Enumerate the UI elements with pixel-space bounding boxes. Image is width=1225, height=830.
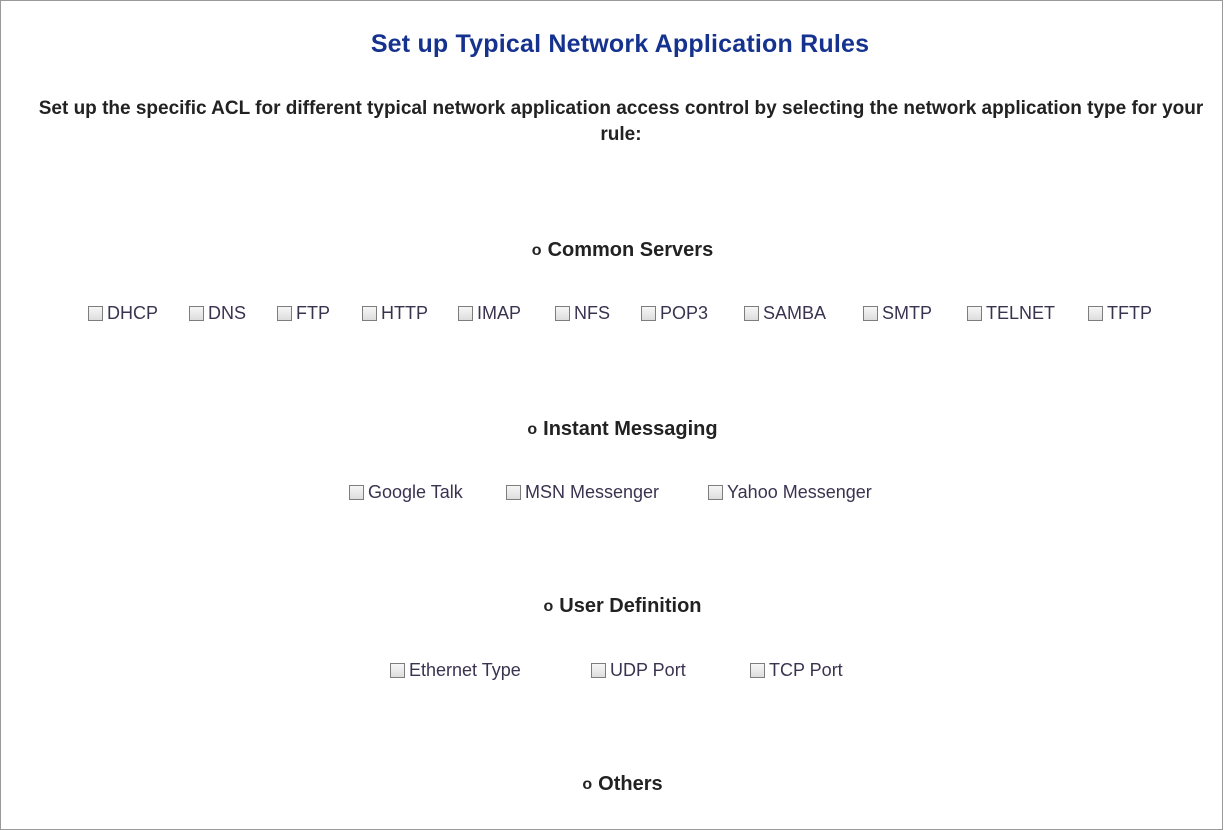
option-ftp[interactable]: FTP (277, 300, 330, 326)
option-label: IMAP (477, 302, 522, 323)
section-heading-label: User Definition (559, 595, 702, 617)
option-label: Ethernet Type (409, 659, 521, 680)
section-heading-label: Others (598, 773, 663, 795)
checkbox-yahoo-messenger[interactable] (708, 484, 723, 500)
option-label: TFTP (1107, 302, 1152, 323)
section-heading-label: Common Servers (547, 239, 714, 261)
checkbox-smtp[interactable] (863, 305, 878, 321)
option-tftp[interactable]: TFTP (1088, 300, 1152, 326)
option-dhcp[interactable]: DHCP (88, 300, 158, 326)
checkbox-telnet[interactable] (967, 305, 982, 321)
option-google-talk[interactable]: Google Talk (349, 479, 463, 505)
option-label: UDP Port (610, 659, 686, 680)
option-msn-messenger[interactable]: MSN Messenger (506, 479, 659, 505)
option-label: TCP Port (769, 659, 843, 680)
checkbox-dhcp[interactable] (88, 305, 103, 321)
option-telnet[interactable]: TELNET (967, 300, 1055, 326)
checkbox-tcp-port[interactable] (750, 662, 765, 678)
option-label: NFS (574, 302, 610, 323)
section-heading-common-servers: o Common Servers (0, 239, 1225, 262)
option-http[interactable]: HTTP (362, 300, 428, 326)
option-label: SAMBA (763, 302, 827, 323)
option-tcp-port[interactable]: TCP Port (750, 657, 843, 683)
option-dns[interactable]: DNS (189, 300, 246, 326)
checkbox-udp-port[interactable] (591, 662, 606, 678)
section-heading-others: o Others (0, 773, 1225, 796)
option-ethernet-type[interactable]: Ethernet Type (390, 657, 521, 683)
option-label: DNS (208, 302, 247, 323)
checkbox-http[interactable] (362, 305, 377, 321)
option-udp-port[interactable]: UDP Port (591, 657, 686, 683)
checkbox-pop3[interactable] (641, 305, 656, 321)
option-label: MSN Messenger (525, 481, 660, 502)
option-label: SMTP (882, 302, 933, 323)
page-title: Set up Typical Network Application Rules (370, 30, 870, 58)
checkbox-msn-messenger[interactable] (506, 484, 521, 500)
option-label: POP3 (660, 302, 709, 323)
option-label: Google Talk (368, 481, 463, 502)
section-heading-instant-messaging: o Instant Messaging (0, 418, 1225, 441)
option-pop3[interactable]: POP3 (641, 300, 708, 326)
section-heading-label: Instant Messaging (543, 418, 718, 440)
option-nfs[interactable]: NFS (555, 300, 610, 326)
bullet-icon: o (543, 598, 554, 615)
option-label: FTP (296, 302, 330, 323)
checkbox-tftp[interactable] (1088, 305, 1103, 321)
checkbox-google-talk[interactable] (349, 484, 364, 500)
checkbox-imap[interactable] (458, 305, 473, 321)
bullet-icon: o (531, 242, 542, 259)
bullet-icon: o (582, 776, 593, 793)
option-smtp[interactable]: SMTP (863, 300, 932, 326)
intro-text: Set up the specific ACL for different ty… (38, 98, 1204, 145)
option-label: HTTP (381, 302, 428, 323)
option-label: TELNET (986, 302, 1056, 323)
section-heading-user-definition: o User Definition (0, 595, 1225, 618)
checkbox-ftp[interactable] (277, 305, 292, 321)
option-yahoo-messenger[interactable]: Yahoo Messenger (708, 479, 872, 505)
option-imap[interactable]: IMAP (458, 300, 521, 326)
checkbox-ethernet-type[interactable] (390, 662, 405, 678)
checkbox-nfs[interactable] (555, 305, 570, 321)
option-label: DHCP (107, 302, 159, 323)
option-label: Yahoo Messenger (727, 481, 872, 502)
bullet-icon: o (527, 421, 538, 438)
checkbox-samba[interactable] (744, 305, 759, 321)
checkbox-dns[interactable] (189, 305, 204, 321)
option-samba[interactable]: SAMBA (744, 300, 826, 326)
